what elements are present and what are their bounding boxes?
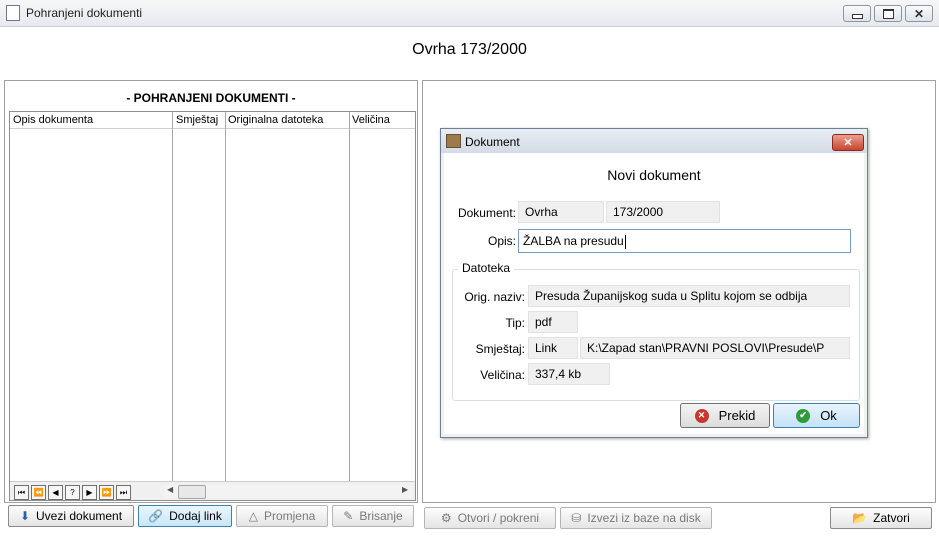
file-group-label: Datoteka	[458, 261, 515, 275]
import-document-button[interactable]: ⬇ Uvezi dokument	[8, 505, 134, 527]
dialog-body: Novi dokument Dokument: Ovrha 173/2000 O…	[444, 153, 864, 434]
panel-heading: - POHRANJENI DOKUMENTI -	[126, 91, 296, 105]
stored-documents-panel: - POHRANJENI DOKUMENTI - Opis dokumenta …	[4, 80, 418, 503]
column-header-description[interactable]: Opis dokumenta	[13, 114, 93, 126]
description-value: ŽALBA na presudu	[523, 234, 624, 248]
document-dialog: Dokument ✕ Novi dokument Dokument: Ovrha…	[440, 128, 868, 438]
description-input[interactable]: ŽALBA na presudu	[518, 229, 851, 253]
column-divider	[172, 112, 173, 482]
scrollbar-thumb[interactable]	[178, 485, 206, 499]
close-label: Zatvori	[873, 511, 910, 525]
window-titlebar: Pohranjeni dokumenti ✕	[0, 0, 939, 27]
column-header-location[interactable]: Smještaj	[176, 114, 218, 126]
nav-next-page-button[interactable]: ⏩	[99, 485, 114, 500]
open-run-label: Otvori / pokreni	[457, 511, 540, 525]
type-label: Tip:	[505, 316, 525, 330]
nav-prev-button[interactable]: ◀	[48, 485, 63, 500]
location-label: Smještaj:	[475, 342, 525, 356]
gear-icon: ⚙	[440, 511, 452, 525]
ok-label: Ok	[820, 408, 837, 423]
description-label: Opis:	[487, 234, 516, 248]
checkmark-icon: ✔	[796, 408, 811, 423]
type-field: pdf	[528, 311, 578, 333]
cancel-button[interactable]: ✕ Prekid	[680, 403, 770, 428]
column-header-original-file[interactable]: Originalna datoteka	[228, 114, 323, 126]
horizontal-scrollbar[interactable]: ◀ ▶	[164, 485, 412, 499]
import-arrow-icon: ⬇	[19, 509, 30, 523]
case-title: Ovrha 173/2000	[412, 41, 527, 58]
grid-navigator: ⏮ ⏪ ◀ ? ▶ ⏩ ⏭ ◀ ▶	[10, 481, 415, 500]
import-document-label: Uvezi dokument	[36, 509, 123, 523]
app-document-icon	[6, 5, 20, 21]
column-divider	[349, 112, 350, 482]
database-icon: ⛁	[571, 511, 582, 525]
document-label: Dokument:	[457, 206, 516, 220]
location-type-field: Link	[528, 337, 578, 359]
cancel-icon: ✕	[694, 408, 709, 423]
edit-button[interactable]: △ Promjena	[236, 505, 328, 527]
scroll-left-icon[interactable]: ◀	[167, 485, 173, 494]
add-link-label: Dodaj link	[169, 509, 222, 523]
nav-first-button[interactable]: ⏮	[14, 485, 29, 500]
size-label: Veličina:	[480, 368, 525, 382]
edit-label: Promjena	[263, 509, 316, 523]
size-field: 337,4 kb	[528, 363, 610, 385]
location-path-field: K:\Zapad stan\PRAVNI POSLOVI\Presude\P	[580, 337, 850, 359]
eraser-icon: ✎	[343, 509, 354, 523]
cancel-label: Prekid	[718, 408, 756, 423]
orig-name-label: Orig. naziv:	[464, 290, 525, 304]
maximize-icon	[882, 8, 894, 19]
edit-icon: △	[248, 509, 258, 523]
dialog-close-button[interactable]: ✕	[832, 134, 864, 151]
dialog-titlebar: Dokument ✕	[441, 129, 867, 153]
close-icon: ✕	[913, 6, 925, 21]
window-title: Pohranjeni dokumenti	[26, 6, 143, 20]
export-to-disk-label: Izvezi iz baze na disk	[587, 511, 701, 525]
column-header-size[interactable]: Veličina	[352, 114, 390, 126]
ok-button[interactable]: ✔ Ok	[773, 403, 860, 428]
folder-icon: 📂	[852, 511, 868, 525]
dialog-title: Dokument	[465, 135, 520, 149]
link-icon: 🔗	[148, 509, 164, 523]
close-button[interactable]: 📂 Zatvori	[830, 507, 932, 529]
add-link-button[interactable]: 🔗 Dodaj link	[138, 505, 232, 527]
minimize-icon	[851, 13, 863, 19]
document-number-field: 173/2000	[606, 201, 720, 223]
export-to-disk-button[interactable]: ⛁ Izvezi iz baze na disk	[560, 507, 712, 529]
close-icon: ✕	[843, 137, 853, 149]
text-caret	[624, 234, 626, 249]
nav-last-button[interactable]: ⏭	[116, 485, 131, 500]
nav-prev-page-button[interactable]: ⏪	[31, 485, 46, 500]
dialog-heading: Novi dokument	[607, 167, 701, 183]
nav-next-button[interactable]: ▶	[82, 485, 97, 500]
documents-grid[interactable]: Opis dokumenta Smještaj Originalna datot…	[9, 111, 416, 501]
document-type-field: Ovrha	[518, 201, 604, 223]
grid-header: Opis dokumenta Smještaj Originalna datot…	[10, 112, 415, 129]
dialog-app-icon	[446, 134, 461, 148]
scroll-right-icon[interactable]: ▶	[402, 485, 408, 494]
maximize-button[interactable]	[874, 5, 902, 22]
orig-name-field: Presuda Županijskog suda u Splitu kojom …	[528, 285, 850, 307]
column-divider	[225, 112, 226, 482]
delete-label: Brisanje	[359, 509, 403, 523]
open-run-button[interactable]: ⚙ Otvori / pokreni	[424, 507, 556, 529]
close-window-button[interactable]: ✕	[905, 5, 933, 22]
minimize-button[interactable]	[843, 5, 871, 22]
delete-button[interactable]: ✎ Brisanje	[332, 505, 414, 527]
nav-search-button[interactable]: ?	[65, 485, 80, 500]
